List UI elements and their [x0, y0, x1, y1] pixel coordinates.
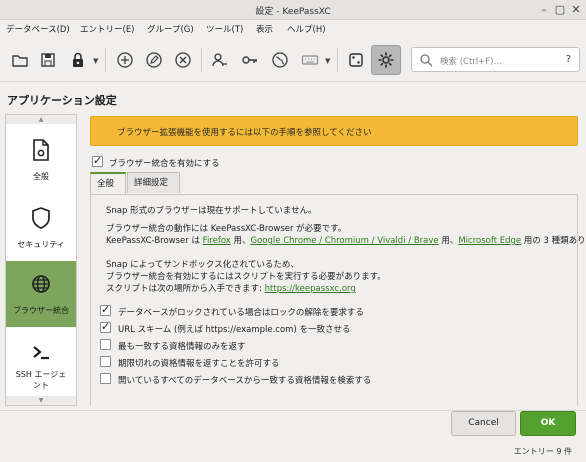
enable-browser-integration-label: ブラウザー統合を有効にする	[109, 159, 220, 169]
snap-notice: Snap 形式のブラウザーは現在サポートしていません。	[106, 206, 317, 216]
option-label: データベースがロックされている場合はロックの解除を要求する	[118, 308, 364, 318]
enable-browser-integration-checkbox[interactable]	[92, 154, 103, 167]
password-generator-icon[interactable]	[344, 48, 368, 72]
sidebar-item-browser-integration[interactable]: ブラウザー統合	[6, 261, 76, 327]
menu-groups[interactable]: グループ(G)	[147, 23, 194, 35]
banner-text: ブラウザー拡張機能を使用するには以下の手順を参照してください	[117, 128, 372, 138]
scroll-up-icon[interactable]: ▲	[6, 115, 76, 124]
option-label: URL スキーム (例えば https://example.com) を一致させ…	[118, 325, 351, 335]
maximize-icon[interactable]: ▢	[553, 3, 567, 17]
sidebar-item-security[interactable]: セキュリティ	[6, 195, 76, 261]
browser-integration-panel: ブラウザー拡張機能を使用するには以下の手順を参照してください ブラウザー統合を有…	[82, 114, 586, 406]
settings-sidebar: ▲ 全般 セキュリティ ブラウザー統合 SSH エージェント ▼	[5, 114, 77, 406]
tab-advanced[interactable]: 詳細設定	[127, 172, 180, 193]
ok-button[interactable]: OK	[520, 411, 576, 436]
close-window-icon[interactable]: ✕	[569, 3, 583, 17]
tab-general[interactable]: 全般	[90, 172, 126, 194]
option-label: 期限切れの資格情報を返すことを許可する	[118, 359, 280, 369]
option-label: 開いているすべてのデータベースから一致する資格情報を検索する	[118, 376, 372, 386]
page-title: アプリケーション設定	[7, 94, 117, 107]
search-help-button[interactable]: ?	[566, 54, 571, 65]
search-icon	[420, 54, 433, 67]
minimize-icon[interactable]: –	[537, 3, 551, 17]
edit-entry-icon[interactable]	[142, 48, 166, 72]
settings-gear-icon[interactable]	[371, 45, 401, 75]
requires-text: ブラウザー統合の動作には KeePassXC-Browser が必要です。	[106, 224, 347, 234]
shield-icon	[32, 207, 50, 229]
copy-username-icon[interactable]	[208, 48, 232, 72]
toolbar: ▼ ▼ 検索 (Ctrl+F)… ?	[0, 38, 586, 82]
cancel-button[interactable]: Cancel	[451, 411, 516, 436]
status-entry-count: エントリー 9 件	[513, 447, 572, 456]
sandbox-text-1: Snap によってサンドボックス化されているため、	[106, 260, 299, 270]
lock-icon[interactable]	[66, 48, 90, 72]
delete-entry-icon[interactable]	[171, 48, 195, 72]
toolbar-separator	[201, 48, 202, 72]
firefox-link[interactable]: Firefox	[203, 236, 231, 246]
window-title: 設定 - KeePassXC	[255, 7, 331, 17]
autotype-keyboard-icon[interactable]	[298, 48, 322, 72]
script-location-text: スクリプトは次の場所から入手できます: https://keepassxc.or…	[106, 284, 356, 294]
menu-entries[interactable]: エントリー(E)	[80, 23, 135, 35]
chrome-link[interactable]: Google Chrome / Chromium / Vivaldi / Bra…	[251, 236, 439, 246]
sidebar-item-label: ブラウザー統合	[13, 306, 69, 315]
sandbox-text-2: ブラウザー統合を有効にするにはスクリプトを実行する必要があります。	[106, 272, 386, 282]
globe-icon	[32, 275, 50, 293]
edge-link[interactable]: Microsoft Edge	[458, 236, 521, 246]
copy-url-icon[interactable]	[268, 48, 292, 72]
sidebar-item-ssh-agent[interactable]: SSH エージェント	[6, 329, 76, 395]
option-label: 最も一致する資格情報のみを返す	[118, 342, 246, 352]
keepassxc-link[interactable]: https://keepassxc.org	[265, 284, 356, 294]
menu-help[interactable]: ヘルプ(H)	[287, 23, 326, 35]
title-bar: 設定 - KeePassXC – ▢ ✕	[0, 0, 586, 20]
sidebar-item-label: セキュリティ	[17, 240, 65, 249]
info-banner: ブラウザー拡張機能を使用するには以下の手順を参照してください	[90, 116, 578, 146]
option-checkbox-best-match[interactable]	[100, 339, 111, 350]
variants-text: KeePassXC-Browser は Firefox 用、Google Chr…	[106, 236, 586, 246]
add-entry-icon[interactable]	[113, 48, 137, 72]
toolbar-separator	[105, 48, 106, 72]
sidebar-item-general[interactable]: 全般	[6, 127, 76, 193]
lock-dropdown-icon[interactable]: ▼	[93, 57, 98, 65]
search-input[interactable]: 検索 (Ctrl+F)…	[440, 55, 502, 67]
sidebar-item-label: SSH エージェント	[15, 370, 67, 390]
scroll-down-icon[interactable]: ▼	[6, 396, 76, 405]
menu-bar: データベース(D) エントリー(E) グループ(G) ツール(T) 表示 ヘルプ…	[0, 20, 586, 38]
option-checkbox-search-all[interactable]	[100, 373, 111, 384]
save-icon[interactable]	[36, 48, 60, 72]
option-checkbox-expired[interactable]	[100, 356, 111, 367]
tab-panel: Snap 形式のブラウザーは現在サポートしていません。 ブラウザー統合の動作には…	[90, 194, 586, 406]
autotype-dropdown-icon[interactable]: ▼	[325, 57, 330, 65]
copy-password-icon[interactable]	[238, 48, 262, 72]
menu-database[interactable]: データベース(D)	[6, 23, 70, 35]
sidebar-item-label: 全般	[33, 172, 49, 181]
menu-view[interactable]: 表示	[256, 23, 273, 35]
option-checkbox-unlock[interactable]	[100, 303, 111, 316]
toolbar-separator	[337, 48, 338, 72]
terminal-icon	[33, 346, 49, 360]
open-folder-icon[interactable]	[8, 48, 32, 72]
option-checkbox-url-scheme[interactable]	[100, 320, 111, 333]
search-box[interactable]: 検索 (Ctrl+F)… ?	[411, 47, 580, 72]
document-gear-icon	[33, 139, 49, 161]
menu-tools[interactable]: ツール(T)	[206, 23, 243, 35]
